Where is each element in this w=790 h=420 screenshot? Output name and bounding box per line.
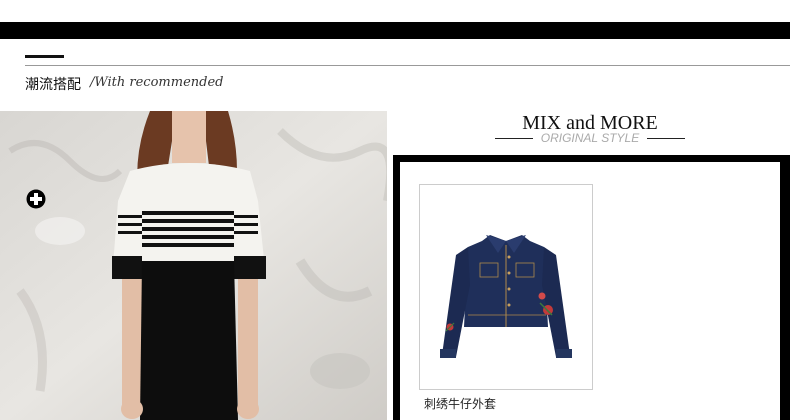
product-frame xyxy=(393,155,790,420)
section-accent-rule xyxy=(25,55,64,58)
product-frame-inner xyxy=(400,162,780,420)
denim-jacket-image xyxy=(440,235,572,358)
top-black-bar xyxy=(0,22,790,39)
product-name[interactable]: 刺绣牛仔外套 xyxy=(424,395,496,412)
section-divider xyxy=(25,65,790,66)
section-subtitle: /With recommended xyxy=(90,75,224,90)
mix-subtitle-block: ORIGINAL STYLE xyxy=(495,131,685,147)
model-photo xyxy=(0,111,387,420)
product-card[interactable] xyxy=(419,184,593,390)
mix-subtitle: ORIGINAL STYLE xyxy=(540,131,640,145)
plus-circle-icon[interactable] xyxy=(26,189,46,209)
section-title: 潮流搭配 xyxy=(25,77,81,93)
